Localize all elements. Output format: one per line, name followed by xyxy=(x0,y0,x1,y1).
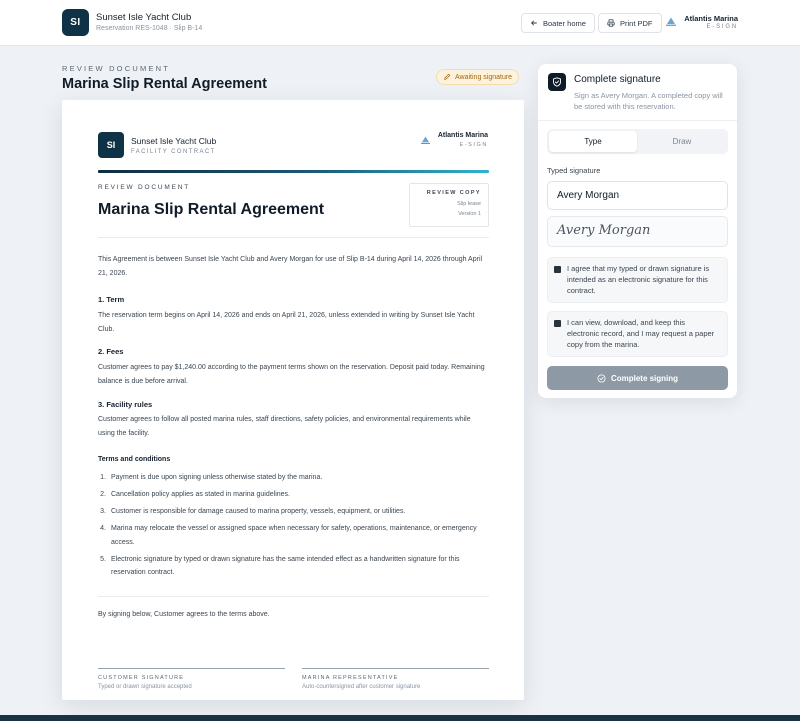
complete-signing-button[interactable]: Complete signing xyxy=(547,366,728,390)
tab-draw[interactable]: Draw xyxy=(638,131,726,152)
complete-signing-label: Complete signing xyxy=(610,373,679,383)
list-item: 1. Payment is due upon signing unless oth… xyxy=(100,474,323,481)
document-provider-subtitle: E-SIGN xyxy=(459,142,488,148)
consent-checkbox[interactable] xyxy=(554,266,561,273)
top-bar: SI Sunset Isle Yacht Club Reservation RE… xyxy=(0,0,800,46)
document-brand-name: Sunset Isle Yacht Club xyxy=(131,136,217,146)
consent-checkbox[interactable] xyxy=(554,320,561,327)
divider xyxy=(538,120,737,121)
list-item: 5. Electronic signature by typed or drawn… xyxy=(100,555,460,577)
review-copy-label: REVIEW COPY xyxy=(426,190,481,196)
typed-signature-input[interactable] xyxy=(547,181,728,210)
page-title: Marina Slip Rental Agreement xyxy=(62,76,267,92)
marina-signature-line xyxy=(302,668,489,669)
boater-home-button[interactable]: Boater home xyxy=(521,13,595,33)
terms-heading: Terms and conditions xyxy=(98,456,171,463)
review-copy-box: REVIEW COPY Slip lease Version 1 xyxy=(409,183,489,227)
panel-description: Sign as Avery Morgan. A completed copy w… xyxy=(574,91,723,111)
signature-preview: Avery Morgan xyxy=(547,216,728,247)
divider xyxy=(98,237,489,238)
section-text-fees: Customer agrees to pay $1,240.00 accordi… xyxy=(98,364,485,385)
section-text-term: The reservation term begins on April 14,… xyxy=(98,312,475,333)
closing-statement: By signing below, Customer agrees to the… xyxy=(98,611,270,618)
brand-logo: SI xyxy=(62,9,89,36)
provider-subtitle: E-SIGN xyxy=(706,24,738,30)
section-heading-term: 1. Term xyxy=(98,295,125,304)
list-item: 2. Cancellation policy applies as stated … xyxy=(100,491,290,498)
intro-paragraph: This Agreement is between Sunset Isle Ya… xyxy=(98,256,483,277)
panel-title: Complete signature xyxy=(574,74,661,85)
boater-home-label: Boater home xyxy=(543,18,586,28)
print-pdf-label: Print PDF xyxy=(620,18,653,28)
document-brand-logo: SI xyxy=(98,132,124,158)
list-item: 3. Customer is responsible for damage cau… xyxy=(100,508,406,515)
customer-signature-note: Typed or drawn signature accepted xyxy=(98,684,192,690)
provider-name: Atlantis Marina xyxy=(684,14,738,23)
tab-type[interactable]: Type xyxy=(549,131,637,152)
header-accent-rule xyxy=(98,170,489,173)
consent-text: I can view, download, and keep this elec… xyxy=(567,318,715,349)
shield-check-icon xyxy=(548,73,566,91)
print-pdf-button[interactable]: Print PDF xyxy=(598,13,662,33)
marina-signature-label: MARINA REPRESENTATIVE xyxy=(302,675,399,681)
agreement-document: SI Sunset Isle Yacht Club FACILITY CONTR… xyxy=(62,100,524,700)
printer-icon xyxy=(607,19,615,27)
consent-electronic-signature[interactable]: I agree that my typed or drawn signature… xyxy=(547,257,728,303)
footer-bar xyxy=(0,715,800,721)
status-label: Awaiting signature xyxy=(455,73,513,81)
signature-mode-toggle: Type Draw xyxy=(547,129,728,154)
reservation-subtitle: Reservation RES-1048 · Slip B-14 xyxy=(96,25,203,32)
customer-signature-label: CUSTOMER SIGNATURE xyxy=(98,675,185,681)
section-text-facility-rules: Customer agrees to follow all posted mar… xyxy=(98,416,471,437)
document-title: Marina Slip Rental Agreement xyxy=(98,201,325,218)
divider xyxy=(98,596,489,597)
sailboat-icon xyxy=(666,17,676,26)
arrow-left-icon xyxy=(531,20,537,26)
review-copy-type: Slip lease xyxy=(457,201,481,207)
brand-name: Sunset Isle Yacht Club xyxy=(96,12,192,23)
consent-text: I agree that my typed or drawn signature… xyxy=(567,264,710,295)
page-eyebrow: REVIEW DOCUMENT xyxy=(62,64,170,73)
document-provider-name: Atlantis Marina xyxy=(437,132,488,139)
signature-panel: Complete signature Sign as Avery Morgan.… xyxy=(538,64,737,398)
pencil-icon xyxy=(444,73,451,80)
terms-list: 1. Payment is due upon signing unless oth… xyxy=(98,471,489,583)
typed-signature-label: Typed signature xyxy=(547,166,601,175)
document-brand-subtitle: FACILITY CONTRACT xyxy=(131,149,216,155)
document-eyebrow: REVIEW DOCUMENT xyxy=(98,184,190,191)
consent-electronic-record[interactable]: I can view, download, and keep this elec… xyxy=(547,311,728,357)
status-badge: Awaiting signature xyxy=(436,69,520,85)
section-heading-facility-rules: 3. Facility rules xyxy=(98,400,153,409)
section-heading-fees: 2. Fees xyxy=(98,347,124,356)
sailboat-icon xyxy=(421,136,430,144)
list-item: 4. Marina may relocate the vessel or assi… xyxy=(100,525,477,546)
marina-signature-note: Auto-countersigned after customer signat… xyxy=(302,684,421,690)
review-copy-version: Version 1 xyxy=(458,211,481,217)
customer-signature-line xyxy=(98,668,285,669)
check-circle-icon xyxy=(597,373,606,383)
